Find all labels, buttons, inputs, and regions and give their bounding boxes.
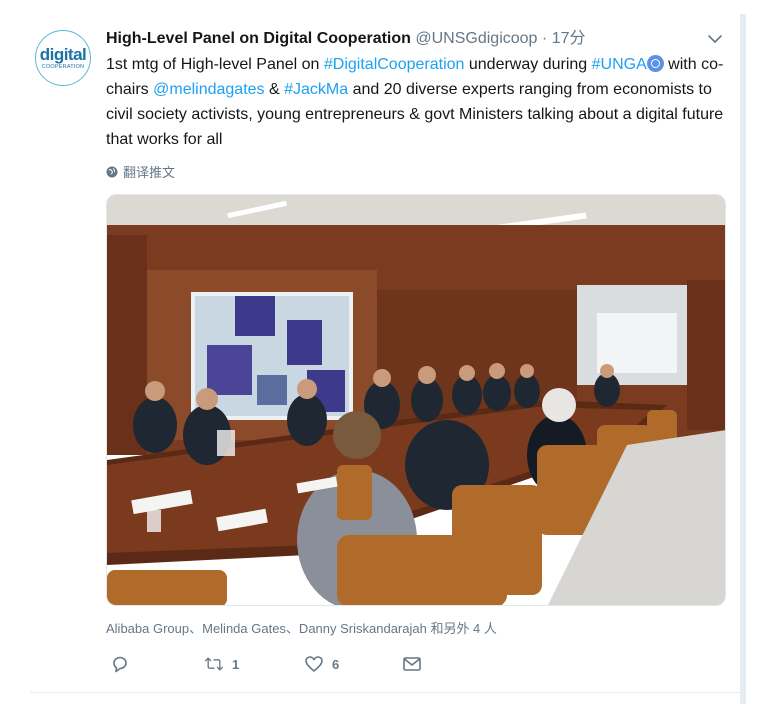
retweet-icon — [205, 657, 223, 671]
avatar-logo-subtext: COOPERATION — [41, 63, 85, 70]
timeline-scroll-edge — [740, 14, 746, 704]
translate-tweet-link[interactable]: 翻译推文 — [106, 162, 175, 181]
tweet-text-part: underway during — [464, 56, 592, 73]
globe-icon — [106, 166, 118, 177]
author-handle[interactable]: @UNSGdigicoop — [415, 30, 537, 47]
avatar-logo-text: digital — [39, 44, 87, 64]
tweet-text-part: & — [264, 81, 285, 98]
tweet-header: High-Level Panel on Digital Cooperation … — [106, 28, 586, 50]
reply-icon — [113, 656, 127, 673]
direct-message-button[interactable] — [402, 654, 422, 674]
author-name[interactable]: High-Level Panel on Digital Cooperation — [106, 30, 411, 47]
un-flag-icon — [646, 55, 664, 72]
translate-label: 翻译推文 — [123, 165, 176, 180]
hashtag-jackma-link[interactable]: #JackMa — [284, 81, 348, 98]
retweet-button[interactable]: 1 — [204, 654, 239, 674]
like-button[interactable]: 6 — [304, 654, 339, 674]
tagged-people[interactable]: Alibaba Group、Melinda Gates、Danny Sriska… — [106, 618, 497, 637]
heart-icon — [305, 656, 323, 672]
envelope-icon — [403, 657, 421, 671]
tweet-text: 1st mtg of High-level Panel on #DigitalC… — [106, 52, 726, 152]
chevron-down-icon[interactable] — [706, 30, 724, 48]
reply-button[interactable] — [110, 654, 138, 674]
hashtag-digitalcooperation-link[interactable]: #DigitalCooperation — [324, 56, 465, 73]
tweet-timestamp[interactable]: 17分 — [552, 30, 586, 47]
tweet-divider — [30, 692, 740, 693]
avatar[interactable]: digital COOPERATION — [35, 30, 91, 86]
tweet-photo[interactable] — [106, 194, 726, 606]
retweet-count: 1 — [232, 656, 240, 672]
meeting-room-photo — [107, 195, 725, 605]
hashtag-unga-link[interactable]: #UNGA — [592, 56, 647, 73]
mention-melindagates-link[interactable]: @melindagates — [153, 81, 264, 98]
like-count: 6 — [332, 656, 340, 672]
tweet-actions: 1 6 — [106, 654, 726, 676]
header-separator: · — [541, 30, 548, 47]
tweet-card[interactable]: digital COOPERATION High-Level Panel on … — [0, 0, 740, 696]
tweet-text-part: 1st mtg of High-level Panel on — [106, 56, 324, 73]
